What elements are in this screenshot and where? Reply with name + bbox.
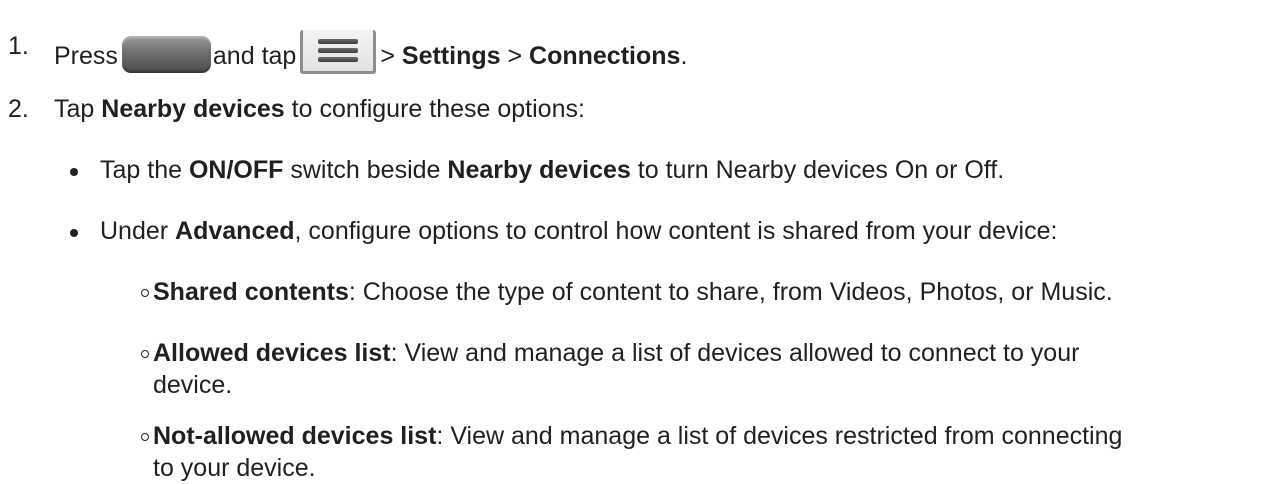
onoff-label: ON/OFF xyxy=(188,156,284,184)
connections-label: Connections xyxy=(529,42,681,70)
bullet-2-text: Under Advanced, configure options to con… xyxy=(100,217,1058,245)
allowed-devices-label: Allowed devices list xyxy=(153,339,391,367)
sub-3-text: Not-allowed devices list: View and manag… xyxy=(153,422,1123,482)
bullet-1-text: Tap the ON/OFF switch beside Nearby devi… xyxy=(100,156,1005,184)
circle-bullet-icon xyxy=(141,289,149,297)
step-number: 1. xyxy=(8,32,29,60)
home-key-icon xyxy=(121,36,211,73)
step-1-text: Press and tap > Settings > Connections. xyxy=(54,30,687,74)
shared-contents-label: Shared contents xyxy=(153,278,349,306)
bullet-icon xyxy=(70,168,78,176)
nearby-devices-label: Nearby devices xyxy=(447,156,631,184)
circle-bullet-icon xyxy=(141,433,149,441)
settings-label: Settings xyxy=(401,42,501,70)
step-number: 2. xyxy=(8,95,29,123)
menu-key-icon xyxy=(300,30,377,74)
bullet-icon xyxy=(70,229,78,237)
not-allowed-devices-label: Not-allowed devices list xyxy=(153,422,437,450)
advanced-label: Advanced xyxy=(175,217,295,245)
nearby-devices-label: Nearby devices xyxy=(101,95,285,123)
sub-1-text: Shared contents: Choose the type of cont… xyxy=(153,278,1113,306)
circle-bullet-icon xyxy=(141,350,149,358)
step-2-text: Tap Nearby devices to configure these op… xyxy=(54,95,585,123)
sub-2-text: Allowed devices list: View and manage a … xyxy=(153,339,1080,399)
